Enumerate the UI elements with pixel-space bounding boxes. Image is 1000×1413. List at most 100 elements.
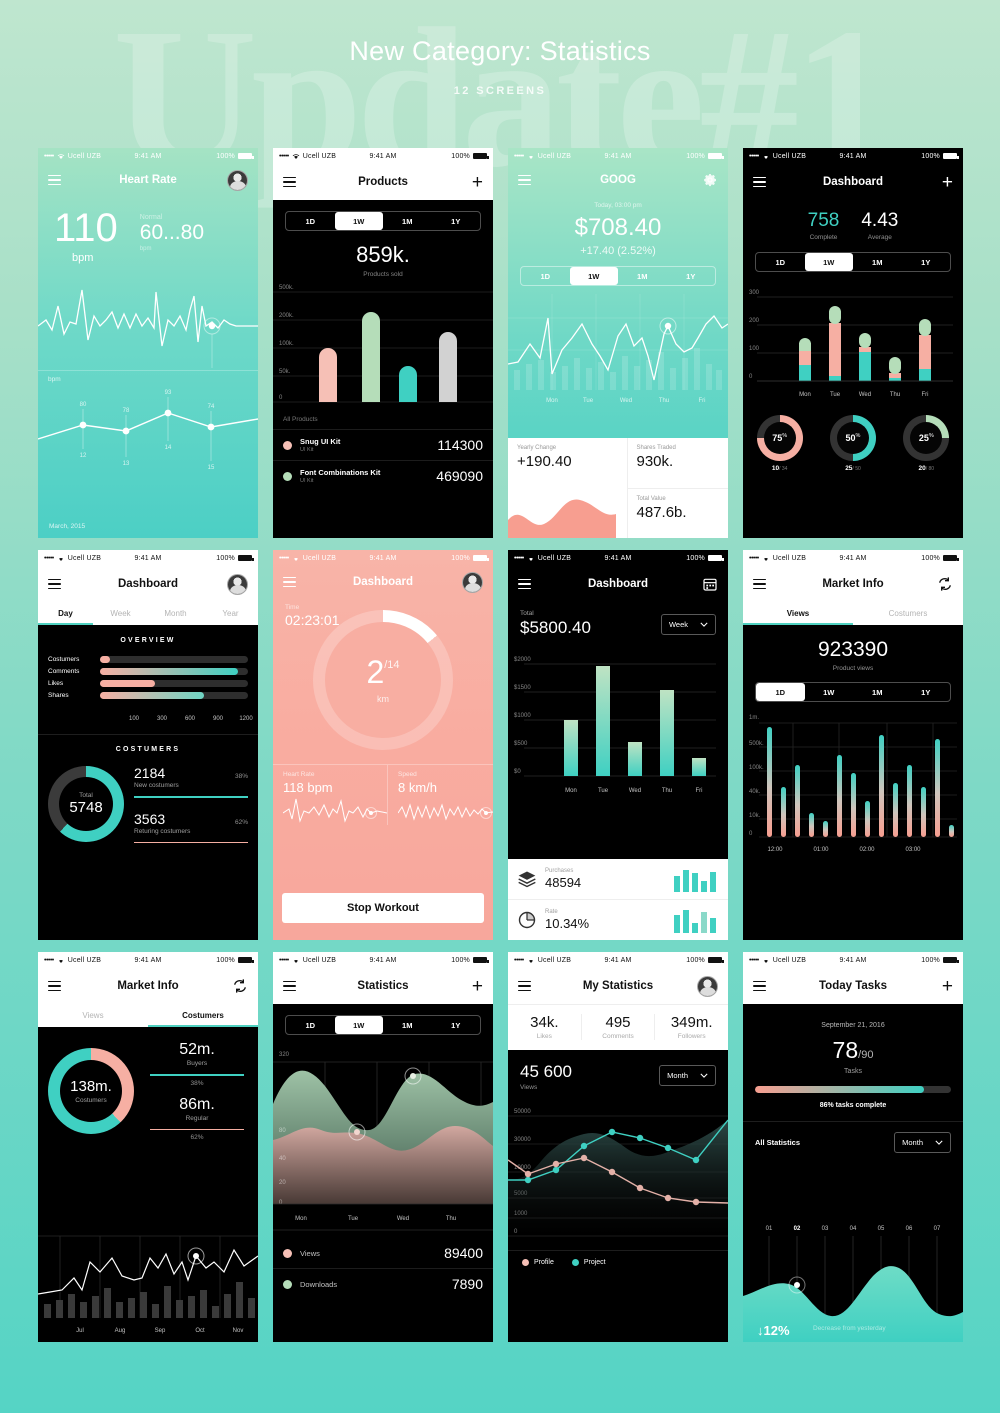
screen-products[interactable]: ••••• Ucell UZB 9:41 AM 100% Products + … [273,148,493,538]
series-color-dot [283,1248,292,1258]
list-item[interactable]: Font Combinations Kit UI Kit 469090 [273,460,493,491]
period-tabs[interactable]: Day Week Month Year [38,602,258,625]
segment-1y[interactable]: 1Y [432,212,481,230]
card-label: Shares Traded [636,445,676,451]
segment-1m[interactable]: 1M [383,1016,432,1034]
segment-1m[interactable]: 1M [618,267,667,285]
period-segmented-control[interactable]: 1D 1W 1M 1Y [285,211,481,231]
svg-text:14: 14 [165,445,172,451]
stop-workout-button[interactable]: Stop Workout [282,893,484,923]
segment-1d[interactable]: 1D [521,267,570,285]
menu-icon[interactable] [518,981,531,991]
add-icon[interactable]: + [472,173,483,192]
list-item[interactable]: Downloads 7890 [273,1268,493,1299]
segment-1y[interactable]: 1Y [667,267,716,285]
svg-text:1200: 1200 [239,716,253,722]
overview-title: OVERVIEW [120,637,176,644]
gear-icon[interactable] [702,172,718,188]
segment-1y[interactable]: 1Y [902,253,951,271]
menu-icon[interactable] [753,177,766,187]
segment-1y[interactable]: 1Y [902,683,951,701]
section-tabs[interactable]: Views Costumers [743,602,963,625]
menu-icon[interactable] [753,981,766,991]
normal-unit: bpm [139,246,152,252]
list-item[interactable]: Views 89400 [273,1238,493,1268]
tab-views[interactable]: Views [743,602,853,625]
screen-today-tasks[interactable]: ••••• Ucell UZB 9:41 AM 100% Today Tasks… [743,952,963,1342]
screen-goog[interactable]: ••••• Ucell UZB 9:41 AM 100% GOOG Today,… [508,148,728,538]
tab-costumers[interactable]: Costumers [148,1004,258,1027]
list-item[interactable]: Snug UI Kit UI Kit 114300 [273,429,493,460]
segment-1d[interactable]: 1D [756,683,805,701]
add-icon[interactable]: + [942,173,953,192]
segment-1w[interactable]: 1W [569,267,618,285]
avatar[interactable] [227,573,248,595]
gauge-ratio: 20/ 80 [918,465,935,472]
list-item-purchases[interactable]: Purchases 48594 [508,859,728,900]
menu-icon[interactable] [283,577,296,587]
pie-icon [518,911,536,929]
nav-bar: Today Tasks + [743,968,963,1004]
avatar[interactable] [227,169,248,191]
screen-workout[interactable]: ••••• Ucell UZB 9:41 AM 100% Dashboard T… [273,550,493,940]
screen-dashboard-overview[interactable]: ••••• Ucell UZB 9:41 AM 100% Dashboard D… [38,550,258,940]
section-tabs[interactable]: Views Costumers [38,1004,258,1027]
refresh-icon[interactable] [937,576,953,592]
menu-icon[interactable] [518,579,531,589]
segment-1m[interactable]: 1M [383,212,432,230]
card-shares-traded: Shares Traded 930k. [627,438,728,489]
screen-statistics[interactable]: ••••• Ucell UZB 9:41 AM 100% Statistics … [273,952,493,1342]
period-dropdown[interactable]: Week [660,614,716,635]
goog-price-chart: Mon Tue Wed Thu Fri [508,294,728,404]
menu-icon[interactable] [48,579,61,589]
segment-1d[interactable]: 1D [286,212,335,230]
battery-icon [473,153,489,159]
tab-costumers[interactable]: Costumers [853,602,963,625]
period-segmented-control[interactable]: 1D 1W 1M 1Y [755,682,951,702]
screen-market-costumers[interactable]: ••••• Ucell UZB 9:41 AM 100% Market Info… [38,952,258,1342]
tab-day[interactable]: Day [38,602,93,625]
period-segmented-control[interactable]: 1D 1W 1M 1Y [285,1015,481,1035]
screen-market-views[interactable]: ••••• Ucell UZB 9:41 AM 100% Market Info… [743,550,963,940]
period-dropdown[interactable]: Month [659,1065,716,1086]
segment-1m[interactable]: 1M [853,683,902,701]
menu-icon[interactable] [283,981,296,991]
menu-icon[interactable] [753,579,766,589]
screen-dashboard-revenue[interactable]: ••••• Ucell UZB 9:41 AM 100% Dashboard T… [508,550,728,940]
screen-dashboard-stacked[interactable]: ••••• Ucell UZB 9:41 AM 100% Dashboard +… [743,148,963,538]
calendar-icon[interactable] [702,576,718,592]
list-item-rate[interactable]: Rate 10.34% [508,900,728,940]
rate-sparkbars [674,910,716,933]
avatar[interactable] [697,975,718,997]
screen-title: My Statistics [582,980,654,992]
segment-1w[interactable]: 1W [334,1016,383,1034]
menu-icon[interactable] [283,177,296,187]
add-icon[interactable]: + [472,977,483,996]
menu-icon[interactable] [48,175,61,185]
segment-1d[interactable]: 1D [286,1016,335,1034]
segment-1y[interactable]: 1Y [432,1016,481,1034]
screen-heart-rate[interactable]: ••••• Ucell UZB 9:41 AM 100% Heart Rate … [38,148,258,538]
add-icon[interactable]: + [942,977,953,996]
refresh-icon[interactable] [232,978,248,994]
svg-text:200: 200 [749,318,760,324]
tab-week[interactable]: Week [93,602,148,625]
svg-text:100k.: 100k. [279,341,294,347]
menu-icon[interactable] [48,981,61,991]
tab-month[interactable]: Month [148,602,203,625]
donut-label: Costumers [75,1097,107,1105]
avatar[interactable] [462,571,483,593]
segment-1d[interactable]: 1D [756,253,805,271]
segment-1w[interactable]: 1W [804,253,853,271]
segment-1w[interactable]: 1W [334,212,383,230]
tab-views[interactable]: Views [38,1004,148,1027]
screen-my-statistics[interactable]: ••••• Ucell UZB 9:41 AM 100% My Statisti… [508,952,728,1342]
period-segmented-control[interactable]: 1D 1W 1M 1Y [755,252,951,272]
period-segmented-control[interactable]: 1D 1W 1M 1Y [520,266,716,286]
period-dropdown[interactable]: Month [894,1132,951,1153]
tab-year[interactable]: Year [203,602,258,625]
menu-icon[interactable] [518,175,531,185]
segment-1w[interactable]: 1W [805,683,854,701]
segment-1m[interactable]: 1M [853,253,902,271]
screen-title: Statistics [357,980,409,992]
